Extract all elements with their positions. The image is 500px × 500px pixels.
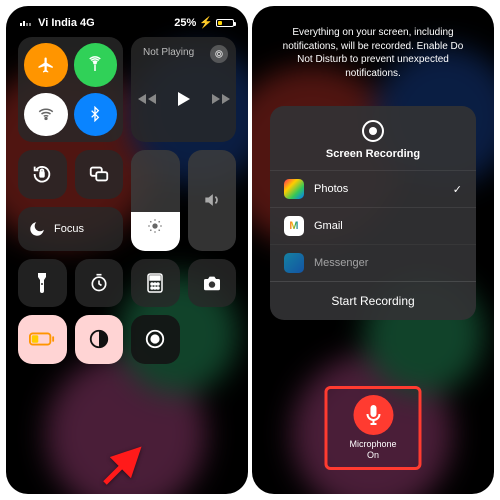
bluetooth-icon xyxy=(87,106,103,122)
charging-icon: ⚡ xyxy=(199,17,213,29)
low-power-mode-toggle[interactable] xyxy=(18,315,67,364)
volume-icon xyxy=(202,190,222,210)
timer-button[interactable] xyxy=(75,259,124,308)
record-icon xyxy=(362,120,384,142)
status-bar: Vi India 4G 25% ⚡ xyxy=(6,6,248,33)
volume-slider[interactable] xyxy=(188,150,237,251)
battery-percent: 25% xyxy=(174,17,196,29)
screen-record-button[interactable] xyxy=(131,315,180,364)
calculator-icon xyxy=(147,273,163,293)
app-name: Messenger xyxy=(314,257,368,269)
gmail-app-icon: M xyxy=(284,216,304,236)
flashlight-icon xyxy=(35,273,49,293)
screen-mirroring-button[interactable] xyxy=(75,150,124,199)
app-name: Photos xyxy=(314,183,348,195)
flashlight-button[interactable] xyxy=(18,259,67,308)
annotation-arrow xyxy=(100,438,150,488)
next-track-button[interactable] xyxy=(212,94,220,104)
screen-recording-panel: Screen Recording Photos ✓ M Gmail Messen… xyxy=(270,106,476,320)
app-row-photos[interactable]: Photos ✓ xyxy=(270,170,476,207)
dark-mode-icon xyxy=(88,328,110,350)
start-recording-button[interactable]: Start Recording xyxy=(270,281,476,320)
microphone-toggle[interactable] xyxy=(353,395,393,435)
connectivity-group xyxy=(18,37,123,142)
timer-icon xyxy=(89,273,109,293)
app-name: Gmail xyxy=(314,220,343,232)
screen-record-icon xyxy=(144,328,166,350)
wifi-icon xyxy=(37,105,55,123)
battery-indicator: 25% ⚡ xyxy=(174,16,234,29)
airplane-icon xyxy=(37,56,55,74)
play-button[interactable] xyxy=(178,92,190,106)
rotation-lock-toggle[interactable] xyxy=(18,150,67,199)
brightness-icon xyxy=(147,218,163,234)
calculator-button[interactable] xyxy=(131,259,180,308)
microphone-toggle-highlight: Microphone On xyxy=(324,386,421,470)
screen-mirroring-icon xyxy=(88,163,110,185)
airplane-mode-toggle[interactable] xyxy=(24,43,68,87)
brightness-slider[interactable] xyxy=(131,150,180,251)
antenna-icon xyxy=(86,56,104,74)
microphone-state: On xyxy=(349,450,396,461)
microphone-label: Microphone xyxy=(349,439,396,450)
bluetooth-toggle[interactable] xyxy=(74,93,118,137)
signal-icon xyxy=(20,21,31,26)
camera-button[interactable] xyxy=(188,259,237,308)
panel-title: Screen Recording xyxy=(326,148,420,160)
control-center-screen: Vi India 4G 25% ⚡ xyxy=(6,6,248,494)
previous-track-button[interactable] xyxy=(148,94,156,104)
recording-hint: Everything on your screen, including not… xyxy=(252,6,494,80)
wifi-toggle[interactable] xyxy=(24,93,68,137)
app-row-messenger[interactable]: Messenger xyxy=(270,244,476,281)
focus-label: Focus xyxy=(54,223,84,235)
photos-app-icon xyxy=(284,179,304,199)
media-controls[interactable]: Not Playing xyxy=(131,37,236,142)
airplay-icon[interactable] xyxy=(210,45,228,63)
messenger-app-icon xyxy=(284,253,304,273)
rotation-lock-icon xyxy=(31,163,53,185)
checkmark-icon: ✓ xyxy=(453,183,462,196)
app-row-gmail[interactable]: M Gmail xyxy=(270,207,476,244)
media-title: Not Playing xyxy=(143,47,194,58)
carrier-label: Vi India 4G xyxy=(38,17,95,29)
focus-button[interactable]: Focus xyxy=(18,207,123,251)
dark-mode-toggle[interactable] xyxy=(75,315,124,364)
battery-low-icon xyxy=(29,332,55,346)
microphone-icon xyxy=(365,405,381,425)
cellular-data-toggle[interactable] xyxy=(74,43,118,87)
moon-icon xyxy=(28,220,46,238)
camera-icon xyxy=(202,275,222,291)
screen-recording-sheet-screen: Everything on your screen, including not… xyxy=(252,6,494,494)
